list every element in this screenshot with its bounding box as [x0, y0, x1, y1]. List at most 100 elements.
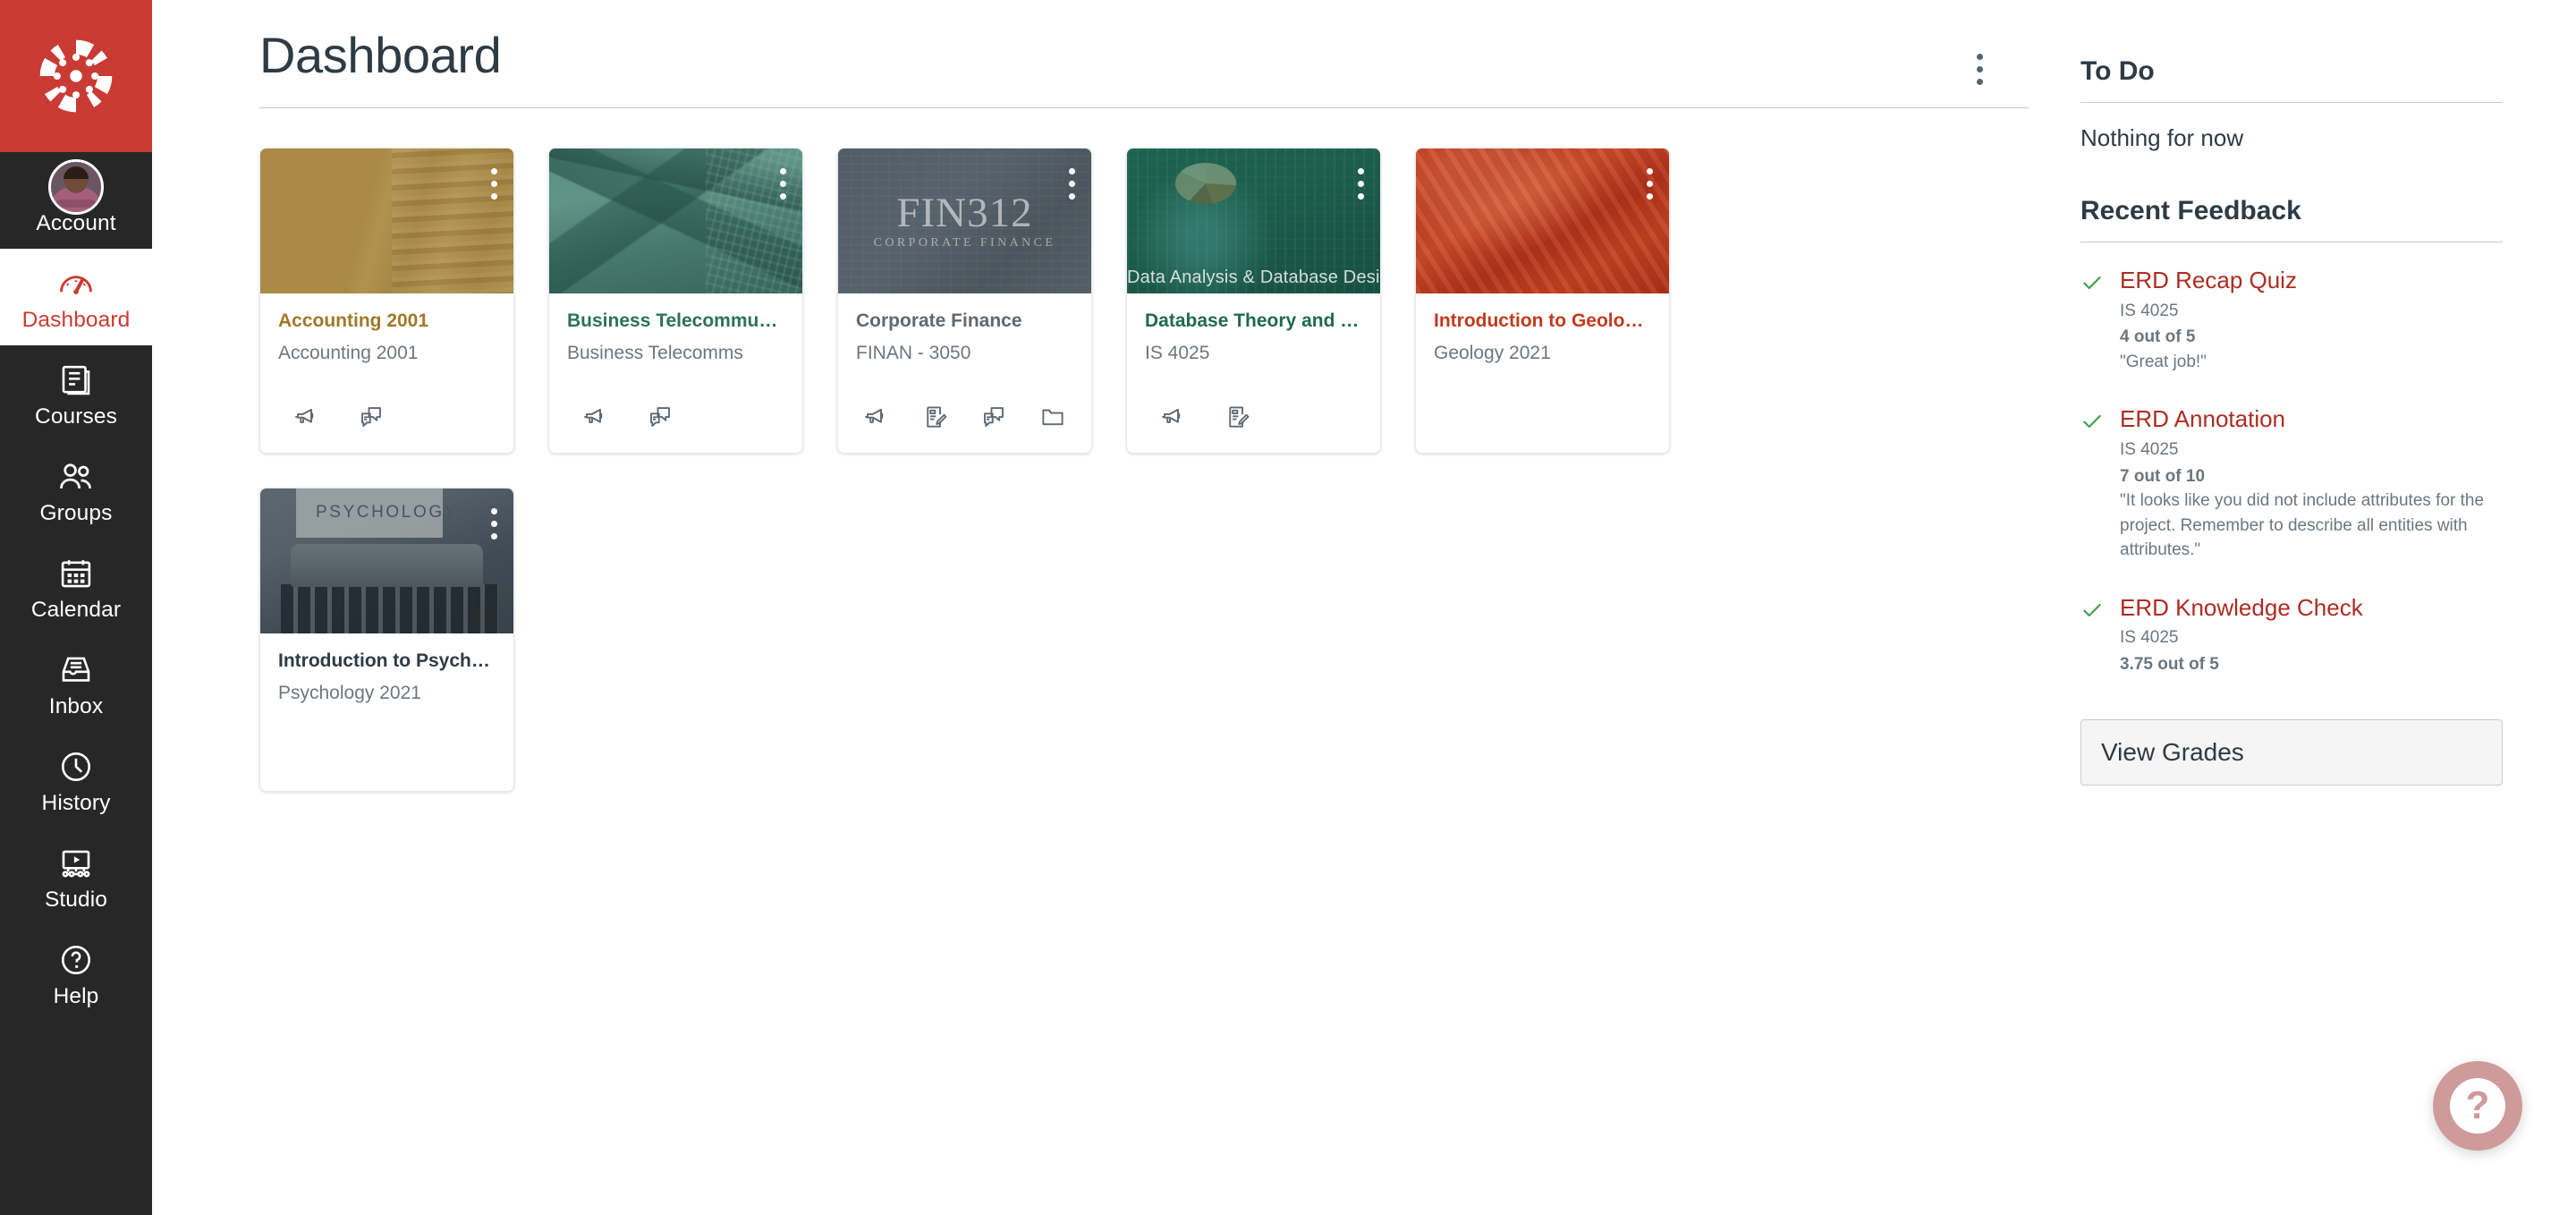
sidebar-item-label: Groups: [39, 500, 113, 525]
course-card-actions: [549, 379, 802, 453]
check-icon: [2080, 404, 2107, 562]
course-card-hero: [260, 149, 513, 293]
course-card-subtitle: Business Telecomms: [567, 343, 743, 364]
check-icon: [2080, 266, 2107, 374]
course-card-subtitle: Psychology 2021: [278, 683, 421, 704]
inbox-tray-icon: [57, 650, 95, 691]
feedback-comment: "It looks like you did not include attri…: [2120, 491, 2485, 560]
course-card-body: Database Theory and Design IS 4025: [1127, 293, 1380, 379]
assignments-icon[interactable]: [906, 399, 965, 435]
announcements-megaphone-icon[interactable]: [1141, 399, 1206, 435]
sidebar-item-help[interactable]: Help: [0, 925, 152, 1022]
sidebar-item-label: Calendar: [30, 597, 122, 622]
avatar-icon: [48, 159, 104, 215]
feedback-score: 4 out of 5: [2120, 327, 2196, 347]
course-card-title[interactable]: Introduction to Geology 2021: [1434, 310, 1651, 333]
course-card-kebab-menu-icon[interactable]: [1647, 168, 1653, 200]
discussions-icon[interactable]: [628, 399, 692, 435]
calendar-icon: [57, 553, 95, 594]
feedback-title[interactable]: ERD Knowledge Check: [2120, 593, 2503, 623]
course-color-tint: [260, 149, 513, 293]
feedback-body: ERD Recap Quiz IS 4025 4 out of 5 "Great…: [2120, 266, 2503, 374]
clock-icon: [57, 746, 95, 787]
groups-people-icon: [56, 456, 96, 497]
feedback-title[interactable]: ERD Annotation: [2120, 404, 2503, 434]
sidebar-item-label: Account: [36, 211, 116, 235]
sidebar-item-label: Courses: [35, 404, 117, 429]
dashboard-main: Dashboard Accounting 2001 Accounting 200…: [195, 0, 2055, 1215]
list-item[interactable]: ERD Knowledge Check IS 4025 3.75 out of …: [2080, 593, 2503, 707]
list-item[interactable]: ERD Annotation IS 4025 7 out of 10 "It l…: [2080, 404, 2503, 592]
feedback-score: 7 out of 10: [2120, 466, 2206, 486]
sidebar-item-groups[interactable]: Groups: [0, 442, 152, 539]
list-item[interactable]: ERD Recap Quiz IS 4025 4 out of 5 "Great…: [2080, 266, 2503, 404]
check-icon: [2080, 593, 2107, 676]
dashboard-sidebar: To Do Nothing for now Recent Feedback ER…: [2055, 0, 2556, 1215]
dashboard-icon: [56, 263, 96, 304]
sidebar-item-label: History: [41, 790, 111, 815]
dashboard-options-kebab-menu-icon[interactable]: [1955, 45, 2004, 93]
feedback-body: ERD Annotation IS 4025 7 out of 10 "It l…: [2120, 404, 2503, 562]
course-card-kebab-menu-icon[interactable]: [1358, 168, 1364, 200]
course-card-actions: [260, 719, 513, 791]
sidebar-item-history[interactable]: History: [0, 732, 152, 828]
discussions-icon[interactable]: [965, 399, 1024, 435]
course-card-kebab-menu-icon[interactable]: [491, 168, 497, 200]
sidebar-item-dashboard[interactable]: Dashboard: [0, 248, 152, 345]
todo-empty-text: Nothing for now: [2080, 124, 2244, 151]
course-image-watermark: PSYCHOLOGY: [315, 503, 459, 522]
feedback-title[interactable]: ERD Recap Quiz: [2120, 266, 2503, 295]
view-grades-button[interactable]: View Grades: [2080, 718, 2503, 786]
recent-feedback-list: ERD Recap Quiz IS 4025 4 out of 5 "Great…: [2080, 242, 2503, 707]
course-card[interactable]: Introduction to Geology 2021 Geology 202…: [1415, 148, 1670, 454]
course-card-actions: [1416, 381, 1669, 453]
course-card-kebab-menu-icon[interactable]: [1069, 168, 1075, 200]
course-card-hero: Data Analysis & Database Design: [1127, 149, 1380, 293]
course-cards-grid: Accounting 2001 Accounting 2001 Business…: [195, 108, 1805, 792]
sidebar-item-calendar[interactable]: Calendar: [0, 539, 152, 635]
course-card[interactable]: Data Analysis & Database Design Database…: [1126, 148, 1381, 454]
help-fab-button[interactable]: ?: [2433, 1061, 2522, 1151]
course-image-watermark: FIN312 CORPORATE FINANCE: [838, 149, 1091, 293]
sidebar-item-account[interactable]: Account: [0, 152, 152, 249]
announcements-megaphone-icon[interactable]: [275, 399, 339, 435]
course-card[interactable]: Business Telecommunication Strat... Busi…: [548, 148, 803, 454]
course-card-actions: [260, 379, 513, 453]
assignments-icon[interactable]: [1206, 399, 1270, 435]
todo-heading: To Do: [2080, 56, 2155, 86]
course-card-hero: [1416, 149, 1669, 293]
course-card-body: Introduction to Psychology 2021 Psycholo…: [260, 633, 513, 719]
course-card-kebab-menu-icon[interactable]: [491, 508, 497, 540]
course-card-title[interactable]: Database Theory and Design: [1145, 310, 1362, 333]
feedback-course: IS 4025: [2120, 439, 2179, 459]
course-card-kebab-menu-icon[interactable]: [780, 168, 786, 200]
watermark-line-1: FIN312: [896, 189, 1033, 236]
course-card[interactable]: PSYCHOLOGY Introduction to Psychology 20…: [259, 488, 514, 792]
course-card-body: Business Telecommunication Strat... Busi…: [549, 293, 802, 379]
announcements-megaphone-icon[interactable]: [564, 399, 628, 435]
course-card-title[interactable]: Business Telecommunication Strat...: [567, 310, 784, 333]
feedback-score: 3.75 out of 5: [2120, 655, 2219, 675]
course-image-caption: Data Analysis & Database Design: [1127, 268, 1380, 287]
course-card-hero: PSYCHOLOGY: [260, 489, 513, 633]
sidebar-item-label: Dashboard: [21, 307, 131, 332]
course-card[interactable]: Accounting 2001 Accounting 2001: [259, 148, 514, 454]
feedback-comment: "Great job!": [2120, 352, 2207, 371]
course-card-title[interactable]: Corporate Finance: [856, 310, 1073, 333]
course-card-body: Introduction to Geology 2021 Geology 202…: [1416, 293, 1669, 379]
discussions-icon[interactable]: [339, 399, 403, 435]
files-folder-icon[interactable]: [1023, 399, 1082, 435]
course-card-title[interactable]: Accounting 2001: [278, 310, 496, 333]
course-card[interactable]: FIN312 CORPORATE FINANCE Corporate Finan…: [837, 148, 1092, 454]
sidebar-item-inbox[interactable]: Inbox: [0, 635, 152, 732]
sidebar-item-studio[interactable]: Studio: [0, 828, 152, 925]
course-card-title[interactable]: Introduction to Psychology 2021: [278, 650, 496, 673]
sidebar-item-label: Studio: [44, 887, 108, 912]
sidebar-item-courses[interactable]: Courses: [0, 345, 152, 442]
question-circle-icon: [57, 939, 95, 981]
feedback-body: ERD Knowledge Check IS 4025 3.75 out of …: [2120, 593, 2503, 676]
canvas-logo-icon[interactable]: [0, 0, 152, 152]
course-card-actions: [1127, 379, 1380, 453]
announcements-megaphone-icon[interactable]: [847, 399, 906, 435]
